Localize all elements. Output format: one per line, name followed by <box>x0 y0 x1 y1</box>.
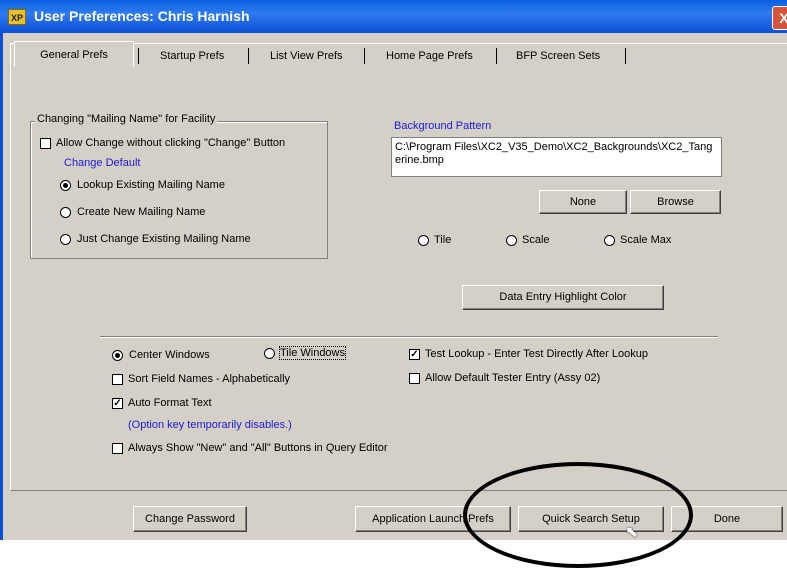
auto-format-text-label: Auto Format Text <box>128 397 212 409</box>
radio-create-new-label: Create New Mailing Name <box>77 206 206 218</box>
tab-home-page-prefs[interactable]: Home Page Prefs <box>386 46 473 66</box>
radio-just-change[interactable] <box>60 234 71 245</box>
close-button[interactable]: X <box>772 6 787 30</box>
radio-center-windows-label: Center Windows <box>129 349 210 361</box>
section-divider <box>100 336 718 338</box>
background-pattern-label: Background Pattern <box>394 120 492 132</box>
tab-bfp-screen-sets[interactable]: BFP Screen Sets <box>516 46 600 66</box>
radio-create-new[interactable] <box>60 207 71 218</box>
sort-field-names-label: Sort Field Names - Alphabetically <box>128 373 291 385</box>
change-password-button[interactable]: Change Password <box>133 506 247 532</box>
tab-separator <box>364 48 365 64</box>
radio-scale-max[interactable] <box>604 235 615 246</box>
sort-field-names-checkbox[interactable] <box>112 374 123 385</box>
window-title: User Preferences: Chris Harnish <box>34 8 250 24</box>
data-entry-highlight-color-button[interactable]: Data Entry Highlight Color <box>462 285 664 310</box>
option-key-note: (Option key temporarily disables.) <box>128 419 292 431</box>
radio-tile-windows-label: Tile Windows <box>279 346 346 360</box>
tab-separator <box>248 48 249 64</box>
radio-tile-windows[interactable] <box>264 348 275 359</box>
allow-default-tester-checkbox[interactable] <box>409 373 420 384</box>
background-pattern-field[interactable]: C:\Program Files\XC2_V35_Demo\XC2_Backgr… <box>391 137 722 177</box>
always-show-buttons-checkbox[interactable] <box>112 443 123 454</box>
application-launch-prefs-button[interactable]: Application Launch Prefs <box>355 506 511 532</box>
tab-separator <box>138 48 139 64</box>
radio-scale-max-label: Scale Max <box>620 234 672 246</box>
radio-scale-label: Scale <box>522 234 550 246</box>
auto-format-text-checkbox[interactable]: ✓ <box>112 398 123 409</box>
tab-separator <box>625 48 626 64</box>
allow-change-label: Allow Change without clicking "Change" B… <box>56 137 286 149</box>
radio-tile-label: Tile <box>434 234 452 246</box>
mailing-group-title: Changing "Mailing Name" for Facility <box>35 113 218 125</box>
mouse-cursor-icon: ⬉ <box>625 524 639 541</box>
radio-lookup-existing-label: Lookup Existing Mailing Name <box>77 179 225 191</box>
always-show-buttons-label: Always Show "New" and "All" Buttons in Q… <box>128 442 388 454</box>
none-button[interactable]: None <box>539 190 627 214</box>
tab-startup-prefs[interactable]: Startup Prefs <box>160 46 224 66</box>
test-lookup-label: Test Lookup - Enter Test Directly After … <box>425 348 648 360</box>
tab-list-view-prefs[interactable]: List View Prefs <box>270 46 343 66</box>
browse-button[interactable]: Browse <box>630 190 721 214</box>
radio-center-windows[interactable] <box>112 350 123 361</box>
tab-panel <box>10 43 787 491</box>
app-icon: XP <box>8 9 26 25</box>
done-button[interactable]: Done <box>671 506 783 532</box>
radio-scale[interactable] <box>506 235 517 246</box>
tab-separator <box>496 48 497 64</box>
change-default-label: Change Default <box>64 157 141 169</box>
quick-search-setup-button[interactable]: Quick Search Setup <box>518 506 664 532</box>
allow-default-tester-label: Allow Default Tester Entry (Assy 02) <box>425 372 601 384</box>
radio-lookup-existing[interactable] <box>60 180 71 191</box>
radio-tile[interactable] <box>418 235 429 246</box>
tab-general-prefs[interactable]: General Prefs <box>14 41 134 67</box>
test-lookup-checkbox[interactable]: ✓ <box>409 349 420 360</box>
allow-change-checkbox[interactable] <box>40 138 51 149</box>
radio-just-change-label: Just Change Existing Mailing Name <box>77 233 251 245</box>
